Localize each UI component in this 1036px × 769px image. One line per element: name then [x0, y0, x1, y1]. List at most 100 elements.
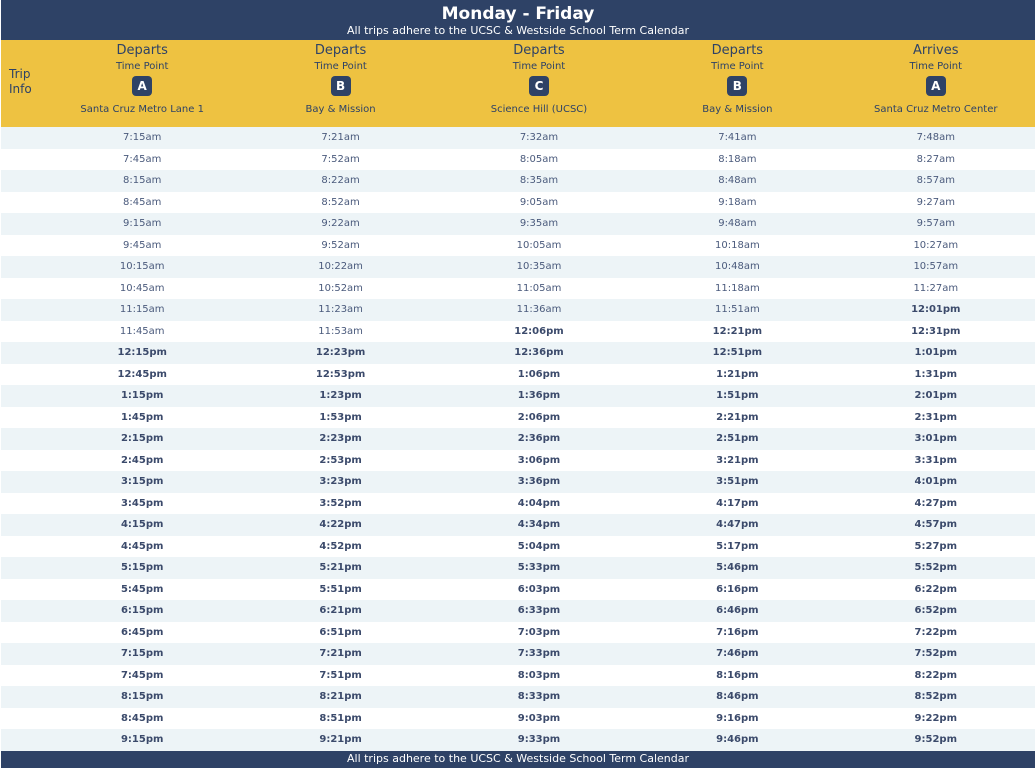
table-row: 5:45pm 5:51pm 6:03pm 6:16pm 6:22pm — [1, 578, 1035, 600]
time-cell: 10:48am — [638, 256, 837, 278]
time-cell: 7:15am — [43, 127, 242, 149]
time-cell: 10:45am — [43, 277, 242, 299]
table-row: 2:45pm 2:53pm 3:06pm 3:21pm 3:31pm — [1, 449, 1035, 471]
time-cell: 9:05am — [439, 191, 639, 213]
time-cell: 3:21pm — [638, 449, 837, 471]
time-cell: 4:34pm — [439, 514, 639, 536]
time-cell: 4:45pm — [43, 535, 242, 557]
time-cell: 2:45pm — [43, 449, 242, 471]
time-point-label: Time Point — [512, 61, 566, 72]
time-cell: 7:52am — [241, 148, 440, 170]
time-cell: 4:57pm — [836, 514, 1035, 536]
time-cell: 2:31pm — [836, 406, 1035, 428]
time-cell: 5:17pm — [638, 535, 837, 557]
time-cell: 5:33pm — [439, 557, 639, 579]
time-cell: 9:48am — [638, 213, 837, 235]
trip-info-cell — [1, 449, 43, 471]
time-cell: 10:35am — [439, 256, 639, 278]
time-cell: 4:47pm — [638, 514, 837, 536]
table-row: 7:15pm 7:21pm 7:33pm 7:46pm 7:52pm — [1, 643, 1035, 665]
table-row: 10:45am 10:52am 11:05am 11:18am 11:27am — [1, 277, 1035, 299]
time-cell: 7:03pm — [439, 621, 639, 643]
time-cell: 3:15pm — [43, 471, 242, 493]
time-cell: 12:51pm — [638, 342, 837, 364]
trip-info-cell — [1, 191, 43, 213]
time-cell: 8:45am — [43, 191, 242, 213]
trip-info-cell — [1, 664, 43, 686]
time-cell: 12:06pm — [439, 320, 639, 342]
time-cell: 6:22pm — [836, 578, 1035, 600]
time-point-label: Time Point — [314, 61, 367, 72]
time-point-badge: B — [727, 76, 748, 96]
time-cell: 6:51pm — [241, 621, 440, 643]
time-cell: 9:27am — [836, 191, 1035, 213]
trip-info-cell — [1, 234, 43, 256]
time-cell: 8:15pm — [43, 686, 242, 708]
table-row: 12:45pm 12:53pm 1:06pm 1:21pm 1:31pm — [1, 363, 1035, 385]
table-row: 9:15pm 9:21pm 9:33pm 9:46pm 9:52pm — [1, 729, 1035, 751]
time-cell: 3:36pm — [439, 471, 639, 493]
trip-info-cell — [1, 535, 43, 557]
trip-info-cell — [1, 428, 43, 450]
column-kind: Arrives — [913, 43, 959, 58]
time-cell: 5:52pm — [836, 557, 1035, 579]
time-cell: 10:27am — [836, 234, 1035, 256]
time-cell: 11:53am — [241, 320, 440, 342]
time-cell: 1:01pm — [836, 342, 1035, 364]
trip-info-cell — [1, 363, 43, 385]
timetable: 7:15am 7:21am 7:32am 7:41am 7:48am 7:45am 7:52… — [1, 127, 1035, 751]
column-kind: Departs — [314, 43, 367, 58]
time-cell: 9:46pm — [638, 729, 837, 751]
time-cell: 4:04pm — [439, 492, 639, 514]
table-row: 2:15pm 2:23pm 2:36pm 2:51pm 3:01pm — [1, 428, 1035, 450]
time-cell: 3:31pm — [836, 449, 1035, 471]
time-cell: 3:23pm — [241, 471, 440, 493]
stop-name: Santa Cruz Metro Center — [874, 104, 998, 115]
time-cell: 2:51pm — [638, 428, 837, 450]
time-cell: 8:52am — [241, 191, 440, 213]
table-row: 5:15pm 5:21pm 5:33pm 5:46pm 5:52pm — [1, 557, 1035, 579]
trip-info-cell — [1, 170, 43, 192]
table-row: 8:15pm 8:21pm 8:33pm 8:46pm 8:52pm — [1, 686, 1035, 708]
time-cell: 8:05am — [439, 148, 639, 170]
time-cell: 6:03pm — [439, 578, 639, 600]
table-row: 9:45am 9:52am 10:05am 10:18am 10:27am — [1, 234, 1035, 256]
time-cell: 11:51am — [638, 299, 837, 321]
table-row: 4:45pm 4:52pm 5:04pm 5:17pm 5:27pm — [1, 535, 1035, 557]
time-point-badge: A — [132, 76, 153, 96]
stop-name: Bay & Mission — [702, 104, 773, 115]
trip-info-cell — [1, 578, 43, 600]
time-cell: 5:27pm — [836, 535, 1035, 557]
time-cell: 6:46pm — [638, 600, 837, 622]
time-point-label: Time Point — [711, 61, 764, 72]
table-row: 10:15am 10:22am 10:35am 10:48am 10:57am — [1, 256, 1035, 278]
trip-info-cell — [1, 686, 43, 708]
time-cell: 5:21pm — [241, 557, 440, 579]
trip-info-cell — [1, 600, 43, 622]
time-cell: 8:22pm — [836, 664, 1035, 686]
column-header-row: Trip Info Departs Time Point A Santa Cru… — [1, 40, 1035, 127]
time-cell: 8:22am — [241, 170, 440, 192]
trip-info-cell — [1, 643, 43, 665]
time-cell: 4:52pm — [241, 535, 440, 557]
table-row: 3:15pm 3:23pm 3:36pm 3:51pm 4:01pm — [1, 471, 1035, 493]
table-row: 12:15pm 12:23pm 12:36pm 12:51pm 1:01pm — [1, 342, 1035, 364]
time-cell: 7:16pm — [638, 621, 837, 643]
table-row: 7:45am 7:52am 8:05am 8:18am 8:27am — [1, 148, 1035, 170]
time-cell: 4:17pm — [638, 492, 837, 514]
table-row: 8:15am 8:22am 8:35am 8:48am 8:57am — [1, 170, 1035, 192]
time-cell: 12:21pm — [638, 320, 837, 342]
time-cell: 10:57am — [836, 256, 1035, 278]
time-cell: 9:03pm — [439, 707, 639, 729]
time-cell: 6:15pm — [43, 600, 242, 622]
column-header-5: Arrives Time Point A Santa Cruz Metro Ce… — [837, 40, 1035, 127]
time-cell: 9:52am — [241, 234, 440, 256]
trip-info-cell — [1, 127, 43, 149]
time-cell: 7:33pm — [439, 643, 639, 665]
column-header-2: Departs Time Point B Bay & Mission — [241, 40, 439, 127]
time-cell: 7:32am — [439, 127, 639, 149]
time-cell: 12:53pm — [241, 363, 440, 385]
time-cell: 2:15pm — [43, 428, 242, 450]
time-cell: 12:45pm — [43, 363, 242, 385]
time-cell: 5:46pm — [638, 557, 837, 579]
